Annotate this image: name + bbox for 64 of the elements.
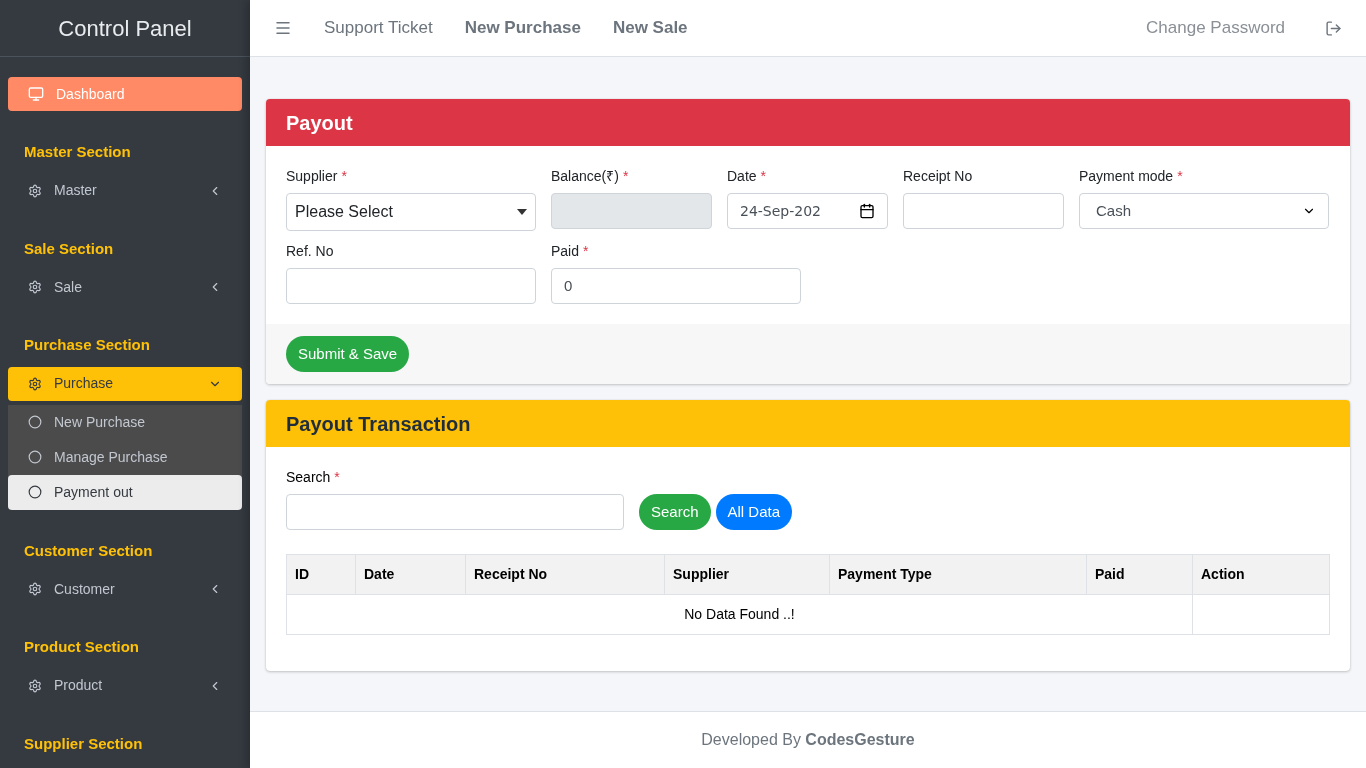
nav-link[interactable]: New Purchase: [464, 15, 581, 41]
submenu-item[interactable]: Manage Purchase: [8, 439, 242, 475]
required-mark: *: [622, 166, 629, 186]
sidebar-menu-item[interactable]: Sale: [8, 270, 242, 304]
gear-icon: [28, 280, 42, 294]
brand-title: Control Panel: [58, 14, 192, 43]
empty-message: No Data Found ..!: [286, 594, 1193, 635]
required-mark: *: [1177, 166, 1183, 186]
date-field[interactable]: 24-Sep-202: [727, 193, 888, 229]
field-label: Supplier: [286, 166, 338, 186]
sidebar-menu-item[interactable]: Purchase: [8, 366, 242, 401]
column-header: Paid: [1086, 554, 1193, 595]
field-label: Receipt No: [903, 166, 973, 186]
column-header: Date: [355, 554, 466, 595]
column-header: Payment Type: [829, 554, 1087, 595]
submenu-item[interactable]: Payment out: [8, 474, 242, 510]
field-label: Payment mode: [1079, 166, 1174, 186]
field-label: Search: [286, 467, 331, 487]
section-header: Customer Section: [23, 540, 154, 561]
required-mark: *: [334, 467, 340, 487]
sidebar-menu-item[interactable]: Product: [8, 668, 242, 703]
gear-icon: [28, 582, 42, 596]
column-header: ID: [286, 554, 356, 595]
section-header: Sale Section: [23, 238, 115, 259]
supplier-select[interactable]: Please Select: [286, 193, 536, 231]
payment-mode-select[interactable]: Cash: [1079, 193, 1329, 229]
required-mark: *: [583, 241, 589, 261]
monitor-icon: [28, 86, 44, 102]
logout-icon[interactable]: [1325, 19, 1342, 37]
column-header: Receipt No: [465, 554, 665, 595]
field-label: Balance(₹): [551, 166, 619, 186]
search-field[interactable]: [286, 494, 624, 530]
submenu-item[interactable]: New Purchase: [8, 404, 242, 440]
section-header: Purchase Section: [23, 335, 151, 355]
nav-link[interactable]: Support Ticket: [324, 15, 433, 41]
circle-icon: [28, 415, 42, 429]
field-label: Date: [727, 166, 757, 186]
calendar-icon: [859, 203, 875, 219]
column-header: Action: [1192, 554, 1330, 595]
card-title: Payout Transaction: [286, 411, 471, 437]
input-field[interactable]: 0: [551, 268, 801, 304]
gear-icon: [28, 678, 42, 693]
sidebar-menu-item[interactable]: Customer: [8, 572, 242, 606]
column-header: Supplier: [664, 554, 830, 595]
sidebar-menu-item[interactable]: Master: [8, 173, 242, 208]
gear-icon: [28, 376, 42, 391]
gear-icon: [28, 183, 42, 198]
footer-text: Developed By CodesGesture: [701, 730, 915, 750]
field-label: Paid: [551, 241, 580, 261]
card-title: Payout: [286, 110, 353, 136]
caret-down-icon: [517, 209, 527, 215]
section-header: Product Section: [23, 637, 140, 657]
input-field[interactable]: [286, 268, 536, 304]
menu-icon[interactable]: [274, 19, 292, 37]
input-field[interactable]: [903, 193, 1064, 229]
field-label: Ref. No: [286, 241, 334, 261]
required-mark: *: [760, 166, 767, 186]
circle-icon: [28, 450, 42, 464]
required-mark: *: [341, 166, 347, 186]
section-header: Master Section: [23, 142, 132, 162]
section-header: Supplier Section: [23, 733, 144, 754]
circle-icon: [28, 485, 42, 499]
all-data-button[interactable]: All Data: [715, 494, 793, 530]
nav-link[interactable]: New Sale: [612, 15, 688, 41]
